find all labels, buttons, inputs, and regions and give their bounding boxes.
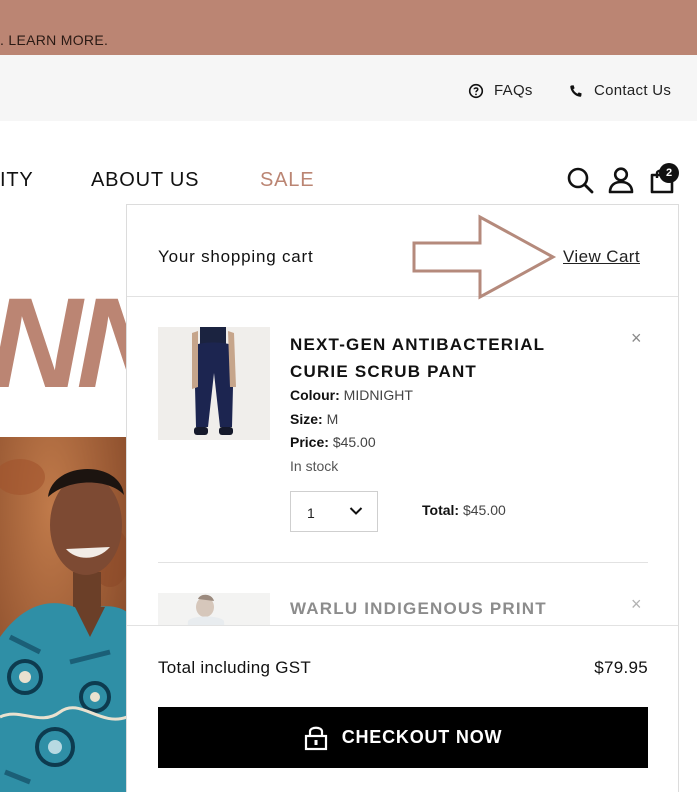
cart-total-label: Total including GST [158, 658, 312, 677]
arrow-right-icon [412, 214, 557, 300]
stock-status: In stock [290, 458, 339, 474]
cart-title: Your shopping cart [158, 247, 314, 266]
nav-item-about-us[interactable]: ABOUT US [91, 169, 199, 192]
product-price: Price: $45.00 [290, 434, 376, 450]
utility-bar: FAQs Contact Us [0, 55, 697, 121]
checkout-now-button[interactable]: CHECKOUT NOW [158, 707, 648, 768]
remove-item-button[interactable]: × [631, 595, 642, 613]
quantity-value: 1 [307, 505, 315, 521]
line-total-value: $45.00 [462, 502, 506, 518]
checkout-label: CHECKOUT NOW [341, 727, 503, 747]
question-circle-icon [468, 83, 484, 98]
product-colour: Colour: MIDNIGHT [290, 387, 413, 403]
contact-us-label: Contact Us [594, 82, 672, 99]
account-icon[interactable] [607, 166, 635, 194]
price-value: $45.00 [332, 434, 376, 450]
cart-header: Your shopping cart View Cart [127, 205, 678, 300]
cart-item: NEXT-GEN ANTIBACTERIAL CURIE SCRUB PANT … [158, 327, 648, 563]
quantity-select[interactable]: 1 [290, 491, 378, 532]
search-icon[interactable] [566, 166, 594, 194]
chevron-down-icon [349, 507, 363, 515]
close-icon: × [631, 328, 642, 348]
promo-bar: . LEARN MORE. [0, 0, 697, 55]
product-name[interactable]: NEXT-GEN ANTIBACTERIAL CURIE SCRUB PANT [290, 331, 590, 385]
promo-learn-more-link[interactable]: . LEARN MORE. [0, 32, 108, 48]
faqs-label: FAQs [494, 82, 533, 99]
hero-model-photo [0, 437, 127, 792]
nav-item-partial[interactable]: ITY [0, 169, 34, 192]
product-image[interactable] [158, 327, 270, 440]
line-total: Total: $45.00 [422, 502, 506, 518]
remove-item-button[interactable]: × [631, 329, 642, 347]
colour-value: MIDNIGHT [343, 387, 413, 403]
product-size: Size: M [290, 411, 338, 427]
nav-item-sale[interactable]: SALE [260, 169, 314, 192]
contact-us-link[interactable]: Contact Us [568, 82, 671, 99]
size-label: Size: [290, 411, 323, 427]
cart-footer: Total including GST $79.95 CHECKOUT NOW [127, 625, 678, 792]
size-value: M [326, 411, 339, 427]
colour-label: Colour: [290, 387, 340, 403]
shopping-cart-drawer: Your shopping cart View Cart NEXT-GEN AN… [126, 204, 679, 792]
view-cart-link[interactable]: View Cart [563, 247, 640, 267]
close-icon: × [631, 594, 642, 614]
faqs-link[interactable]: FAQs [468, 82, 533, 99]
line-total-label: Total: [422, 502, 460, 518]
cart-total-value: $79.95 [594, 658, 648, 677]
price-label: Price: [290, 434, 329, 450]
phone-icon [570, 84, 582, 97]
lock-icon [304, 726, 327, 750]
product-name[interactable]: WARLU INDIGENOUS PRINT [290, 595, 590, 622]
cart-count-badge: 2 [659, 163, 679, 183]
